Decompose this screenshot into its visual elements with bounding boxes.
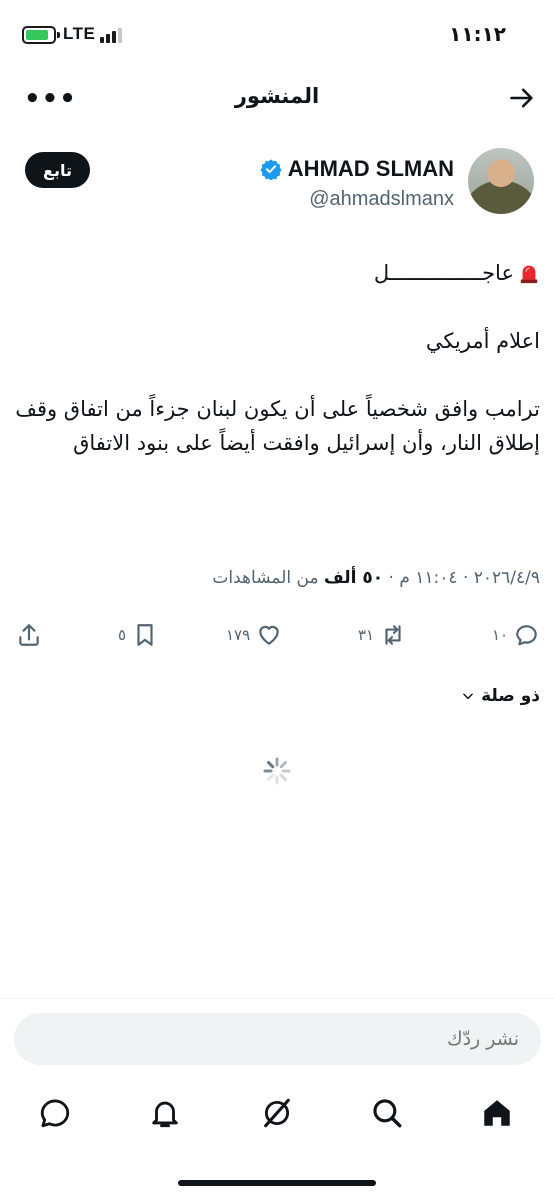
post-line-source: اعلام أمريكي bbox=[425, 329, 540, 353]
loading-spinner-icon bbox=[263, 757, 291, 785]
reply-input[interactable] bbox=[14, 1013, 541, 1065]
repost-count: ٣١ bbox=[358, 626, 375, 644]
verified-badge-icon bbox=[260, 159, 282, 180]
avatar[interactable] bbox=[468, 148, 534, 214]
like-count: ١٧٩ bbox=[226, 626, 251, 644]
chevron-down-icon bbox=[463, 693, 473, 700]
views-count[interactable]: ٥٠ ألف bbox=[324, 568, 383, 588]
like-button[interactable]: ١٧٩ bbox=[226, 622, 282, 648]
repost-button[interactable]: ٣١ bbox=[358, 622, 406, 648]
messages-icon[interactable] bbox=[38, 1096, 72, 1130]
home-indicator bbox=[178, 1180, 376, 1186]
post-line-body: ترامب وافق شخصياً على أن يكون لبنان جزءا… bbox=[15, 397, 540, 455]
signal-icon bbox=[100, 27, 122, 43]
share-icon bbox=[19, 624, 39, 646]
back-arrow-icon[interactable] bbox=[508, 84, 536, 112]
related-label: ذو صلة bbox=[481, 686, 540, 706]
battery-icon bbox=[22, 26, 60, 44]
post-meta: ٢٠٢٦/٤/٩ · ١١:٠٤ م · ٥٠ ألف من المشاهدات bbox=[212, 568, 540, 588]
follow-button[interactable]: تابع bbox=[25, 152, 90, 188]
user-handle[interactable]: @ahmadslmanx bbox=[309, 188, 454, 211]
page-title: المنشور bbox=[234, 84, 320, 108]
reply-count: ١٠ bbox=[492, 626, 509, 644]
display-name: AHMAD SLMAN bbox=[287, 156, 454, 181]
reply-button[interactable]: ١٠ bbox=[492, 622, 540, 648]
reply-composer[interactable] bbox=[14, 1013, 541, 1065]
bookmark-icon bbox=[137, 624, 153, 646]
search-icon[interactable] bbox=[370, 1096, 404, 1130]
post-header: ••• المنشور bbox=[0, 72, 554, 124]
share-button[interactable] bbox=[16, 622, 42, 648]
reply-icon bbox=[516, 625, 537, 646]
bookmark-count: ٥ bbox=[118, 626, 127, 644]
grok-icon[interactable] bbox=[260, 1096, 294, 1130]
display-name-row[interactable]: AHMAD SLMAN bbox=[260, 156, 454, 182]
bottom-navigation bbox=[0, 1090, 554, 1140]
author-row: AHMAD SLMAN @ahmadslmanx تابع bbox=[0, 148, 554, 220]
heart-icon bbox=[259, 625, 279, 645]
divider bbox=[0, 998, 554, 999]
siren-icon bbox=[520, 265, 538, 284]
post-actions: ٥ ١٧٩ ٣١ ١٠ bbox=[0, 614, 554, 658]
home-icon[interactable] bbox=[480, 1096, 514, 1130]
status-time: ١١:١٢ bbox=[449, 22, 506, 46]
post-date: ٢٠٢٦/٤/٩ bbox=[473, 568, 540, 588]
views-label: من المشاهدات bbox=[212, 568, 319, 588]
bookmark-button[interactable]: ٥ bbox=[118, 622, 158, 648]
related-toggle[interactable]: ذو صلة bbox=[461, 686, 540, 706]
network-type: LTE bbox=[63, 24, 96, 43]
urgent-label: عاجـــــــــــــــل bbox=[373, 261, 514, 285]
post-line-urgent: عاجـــــــــــــــل bbox=[10, 256, 540, 290]
post-time: ١١:٠٤ م bbox=[399, 568, 458, 588]
repost-icon bbox=[385, 625, 401, 645]
notifications-icon[interactable] bbox=[148, 1096, 182, 1130]
post-text: عاجـــــــــــــــل اعلام أمريكي ترامب و… bbox=[10, 256, 540, 494]
status-bar: LTE ١١:١٢ bbox=[0, 0, 554, 66]
